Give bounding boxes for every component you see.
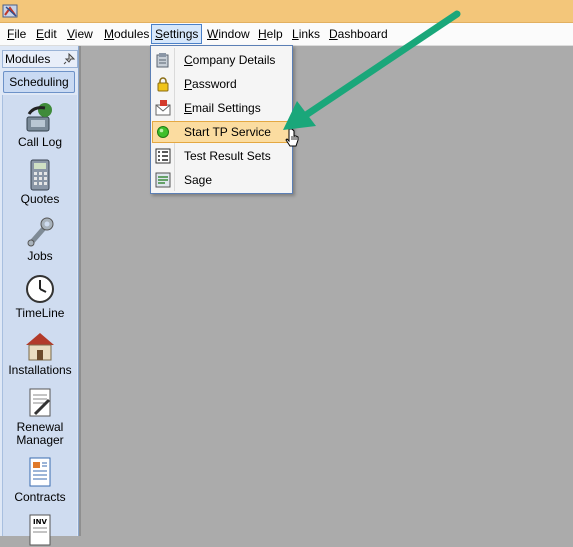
menu-dashboard[interactable]: Dashboard <box>326 25 391 43</box>
lock-icon <box>157 77 169 92</box>
renewal-document-icon <box>29 388 51 417</box>
title-bar <box>0 0 573 23</box>
menu-item-email-settings[interactable]: Email Settings <box>152 97 291 119</box>
email-settings-icon <box>155 100 171 116</box>
menu-view[interactable]: View <box>64 25 96 43</box>
list-icon <box>155 148 171 164</box>
menu-window[interactable]: Window <box>204 25 253 43</box>
mouse-cursor-icon <box>285 128 299 147</box>
sage-icon <box>155 172 171 188</box>
module-installations[interactable]: Installations <box>3 329 77 377</box>
menu-item-password[interactable]: Password <box>152 73 291 95</box>
module-quotes[interactable]: Quotes <box>3 158 77 206</box>
clock-icon <box>26 275 54 303</box>
menu-links[interactable]: Links <box>289 25 323 43</box>
module-timeline[interactable]: TimeLine <box>3 272 77 320</box>
company-details-icon <box>156 53 169 68</box>
wrench-icon <box>27 217 54 247</box>
tab-scheduling[interactable]: Scheduling <box>3 71 75 93</box>
modules-panel-header: Modules <box>2 50 78 68</box>
svg-text:INV: INV <box>33 518 47 526</box>
menu-settings[interactable]: Settings <box>151 24 203 44</box>
module-call-log[interactable]: Call Log <box>3 101 77 149</box>
menu-item-start-tp-service[interactable]: Start TP Service <box>152 121 291 143</box>
module-jobs[interactable]: Jobs <box>3 215 77 263</box>
call-log-icon <box>26 103 52 132</box>
module-invoice[interactable]: INV <box>3 513 77 547</box>
menu-edit[interactable]: Edit <box>33 25 60 43</box>
contract-document-icon <box>29 457 51 487</box>
module-renewal-manager[interactable]: Renewal Manager <box>3 386 77 447</box>
green-status-icon <box>157 126 169 138</box>
calculator-icon <box>30 159 50 191</box>
settings-dropdown-menu: Company Details Password Email Settings … <box>150 45 293 194</box>
menu-file[interactable]: File <box>4 25 29 43</box>
menu-bar: File Edit View Modules Settings Window H… <box>0 23 573 46</box>
menu-help[interactable]: Help <box>255 25 286 43</box>
menu-item-sage[interactable]: Sage <box>152 169 291 191</box>
invoice-icon: INV <box>29 514 51 546</box>
module-contracts[interactable]: Contracts <box>3 456 77 504</box>
modules-panel: Modules Scheduling Call Log Quotes Jobs … <box>0 46 79 546</box>
modules-list: Call Log Quotes Jobs TimeLine Installati… <box>2 95 77 546</box>
house-icon <box>26 333 54 361</box>
menu-item-test-result-sets[interactable]: Test Result Sets <box>152 145 291 167</box>
menu-item-company-details[interactable]: Company Details <box>152 49 291 71</box>
menu-modules[interactable]: Modules <box>101 25 152 43</box>
pin-icon[interactable] <box>63 53 75 65</box>
modules-panel-title: Modules <box>5 52 51 66</box>
app-icon[interactable] <box>2 3 20 19</box>
